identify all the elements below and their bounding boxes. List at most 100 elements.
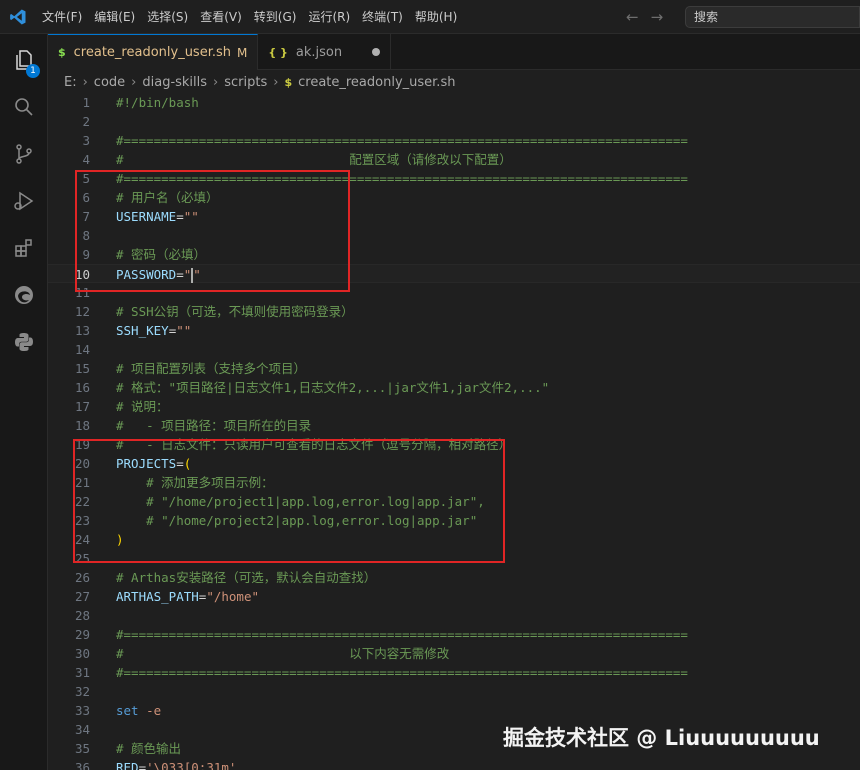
code-line[interactable]: 12 # SSH公钥（可选，不填则使用密码登录） [48,302,860,321]
code-line[interactable]: 13 SSH_KEY="" [48,321,860,340]
line-number: 27 [74,589,90,604]
code-line[interactable]: 32 [48,682,860,701]
line-number: 15 [74,361,90,376]
breadcrumb-item[interactable]: scripts [224,75,267,90]
line-number: 32 [74,684,90,699]
menu-item[interactable]: 帮助(H) [409,5,463,29]
code-line[interactable]: 36 RED='\033[0;31m' [48,758,860,770]
code-text: # 颜色输出 [116,741,182,756]
code-line[interactable]: 15 # 项目配置列表（支持多个项目） [48,359,860,378]
edge-browser-icon[interactable] [0,273,48,317]
code-text: # - 项目路径：项目所在的目录 [116,418,312,433]
code-text: #!/bin/bash [116,95,199,110]
menu-item[interactable]: 转到(G) [248,5,303,29]
tab-label: create_readonly_user.sh [73,45,232,60]
line-number: 36 [74,760,90,770]
code-text: # 项目配置列表（支持多个项目） [116,361,307,376]
line-number: 17 [74,399,90,414]
line-number: 31 [74,665,90,680]
code-text: ARTHAS_PATH="/home" [116,589,260,604]
tab-ak-json[interactable]: { } ak.json [258,34,392,70]
tab-label: ak.json [295,44,343,60]
forward-arrow-icon[interactable]: → [651,8,664,26]
code-text: # 说明： [116,399,169,414]
breadcrumb-item[interactable]: E: [64,75,77,90]
line-number: 3 [82,133,90,148]
code-line[interactable]: 29 #=====================================… [48,625,860,644]
code-line[interactable]: 31 #=====================================… [48,663,860,682]
breadcrumb: E: › code › diag-skills › scripts › $ cr… [64,71,455,93]
line-number: 34 [74,722,90,737]
code-text: #=======================================… [116,627,688,642]
code-text: # 格式："项目路径|日志文件1,日志文件2,...|jar文件1,jar文件2… [116,380,550,395]
line-number: 14 [74,342,90,357]
shell-file-icon: $ [284,75,293,89]
code-line[interactable]: 4 # 配置区域（请修改以下配置） [48,150,860,169]
code-line[interactable]: 17 # 说明： [48,397,860,416]
breadcrumb-item[interactable]: code [94,75,125,90]
line-number: 30 [74,646,90,661]
title-bar: 文件(F) 编辑(E) 选择(S) 查看(V) 转到(G) 运行(R) 终端(T) 帮助(H)… [0,0,860,34]
search-icon[interactable] [0,85,48,129]
back-arrow-icon[interactable]: ← [626,8,639,26]
menu-item[interactable]: 运行(R) [302,5,356,29]
code-text: set -e [116,703,162,718]
vscode-logo-icon [0,0,36,34]
code-line[interactable]: 3 #======================================… [48,131,860,150]
code-line[interactable]: 27 ARTHAS_PATH="/home" [48,587,860,606]
extensions-icon[interactable] [0,226,48,270]
code-text: RED='\033[0;31m' [116,760,237,770]
line-number: 4 [82,152,90,167]
explorer-badge: 1 [26,64,40,78]
chevron-right-icon: › [82,74,88,90]
navigation-arrows: ← → [626,0,663,34]
json-file-icon: { } [268,45,288,59]
code-line[interactable]: 33 set -e [48,701,860,720]
code-text: #=======================================… [116,665,688,680]
breadcrumb-item[interactable]: diag-skills [142,75,207,90]
code-text: # 配置区域（请修改以下配置） [116,152,512,167]
code-editor[interactable]: 1 #!/bin/bash 2 3 #=========================… [48,93,860,770]
code-line[interactable]: 30 # 以下内容无需修改 [48,644,860,663]
python-icon[interactable] [0,320,48,364]
code-text: # 以下内容无需修改 [116,646,450,661]
code-text: #=======================================… [116,133,688,148]
search-input[interactable]: 搜索 [685,6,860,28]
code-line[interactable]: 16 # 格式："项目路径|日志文件1,日志文件2,...|jar文件1,jar文… [48,378,860,397]
line-number: 16 [74,380,90,395]
menu-item[interactable]: 查看(V) [194,5,248,29]
code-line[interactable]: 2 [48,112,860,131]
code-text: # SSH公钥（可选，不填则使用密码登录） [116,304,354,319]
menu-item[interactable]: 文件(F) [36,5,88,29]
explorer-icon[interactable]: 1 [0,38,48,82]
unsaved-dot-icon[interactable] [372,48,381,56]
watermark: 掘金技术社区 @ Liuuuuuuuuu [503,726,820,750]
line-number: 1 [82,95,90,110]
line-number: 18 [74,418,90,433]
code-line[interactable]: 18 # - 项目路径：项目所在的目录 [48,416,860,435]
menu-item[interactable]: 选择(S) [141,5,194,29]
menu-item[interactable]: 编辑(E) [88,5,141,29]
code-line[interactable]: 1 #!/bin/bash [48,93,860,112]
line-number: 29 [74,627,90,642]
line-number: 12 [74,304,90,319]
line-number: 13 [74,323,90,338]
run-debug-icon[interactable] [0,179,48,223]
chevron-right-icon: › [213,74,219,90]
code-line[interactable]: 14 [48,340,860,359]
code-line[interactable]: 28 [48,606,860,625]
highlight-box-projects [73,439,505,563]
line-number: 33 [74,703,90,718]
modified-indicator: M [237,45,248,60]
line-number: 26 [74,570,90,585]
chevron-right-icon: › [273,74,279,90]
activity-bar: 1 [0,34,48,770]
menu-item[interactable]: 终端(T) [356,5,409,29]
line-number: 2 [82,114,90,129]
source-control-icon[interactable] [0,132,48,176]
tab-create-readonly-user[interactable]: $ create_readonly_user.sh M [48,34,259,70]
code-line[interactable]: 26 # Arthas安装路径（可选，默认会自动查找） [48,568,860,587]
editor-tabs: $ create_readonly_user.sh M { } ak.json [48,34,860,70]
code-text: SSH_KEY="" [116,323,192,338]
breadcrumb-item[interactable]: create_readonly_user.sh [298,75,455,90]
